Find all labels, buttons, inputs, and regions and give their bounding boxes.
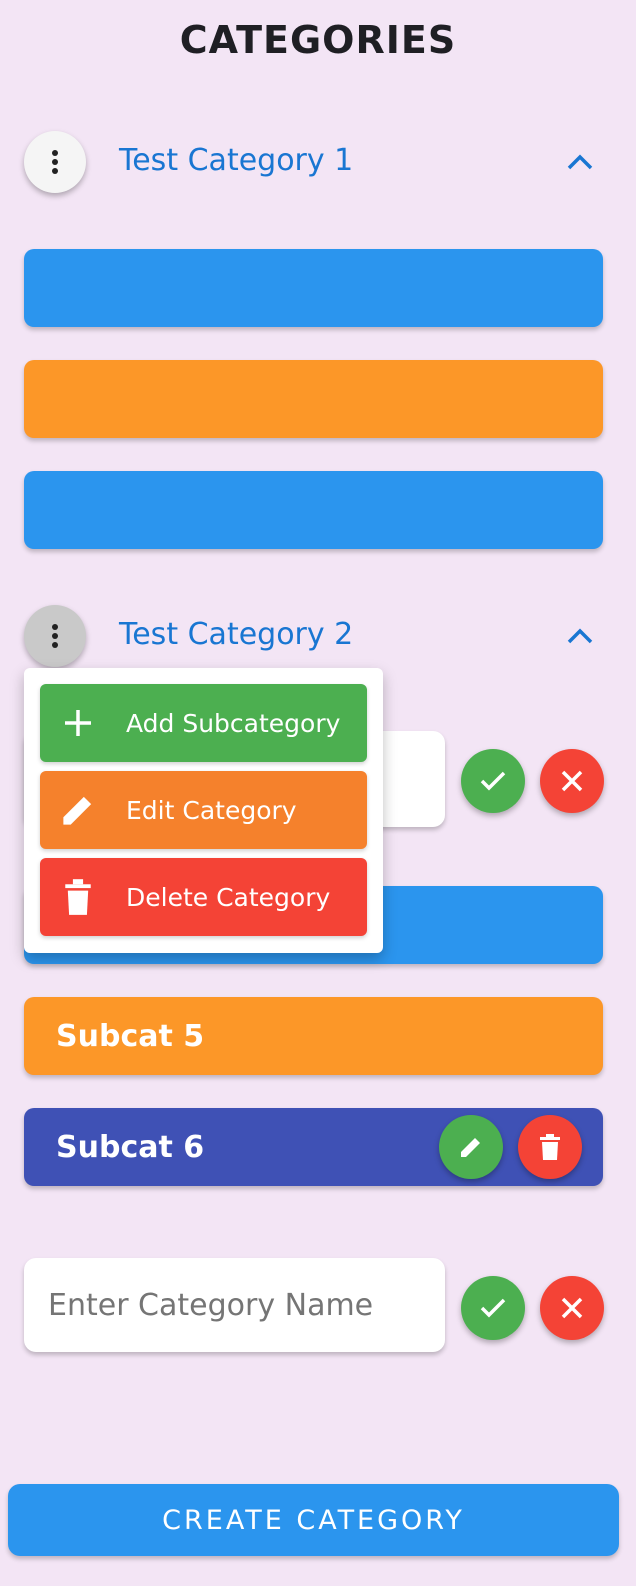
category-menu-button[interactable] xyxy=(24,605,86,667)
category-title[interactable]: Test Category 2 xyxy=(119,617,353,652)
close-icon xyxy=(561,770,583,792)
edit-category-menu-item[interactable]: Edit Category xyxy=(40,771,367,849)
cancel-button[interactable] xyxy=(540,749,604,813)
subcategory-bar[interactable] xyxy=(24,471,603,549)
category-context-menu: Add Subcategory Edit Category Delete Cat… xyxy=(24,668,383,953)
page-title: CATEGORIES xyxy=(179,18,457,62)
subcategory-bar[interactable] xyxy=(24,249,603,327)
close-icon xyxy=(561,1297,583,1319)
pencil-icon xyxy=(461,1138,480,1157)
plus-icon xyxy=(50,708,106,738)
pencil-icon xyxy=(50,791,106,829)
subcategory-bar[interactable] xyxy=(24,360,603,438)
menu-item-label: Delete Category xyxy=(126,882,331,912)
more-vert-icon xyxy=(52,150,58,174)
chevron-up-icon[interactable] xyxy=(566,626,594,646)
subcategory-bar[interactable]: Subcat 6 xyxy=(24,1108,603,1186)
edit-subcategory-button[interactable] xyxy=(439,1115,503,1179)
trash-icon xyxy=(50,879,106,915)
confirm-button[interactable] xyxy=(461,749,525,813)
chevron-up-icon[interactable] xyxy=(566,152,594,172)
check-icon xyxy=(480,771,506,791)
trash-icon xyxy=(540,1134,560,1160)
menu-item-label: Add Subcategory xyxy=(126,708,341,738)
menu-item-label: Edit Category xyxy=(126,795,297,825)
add-subcategory-menu-item[interactable]: Add Subcategory xyxy=(40,684,367,762)
create-category-button[interactable]: CREATE CATEGORY xyxy=(8,1484,619,1556)
delete-subcategory-button[interactable] xyxy=(518,1115,582,1179)
subcategory-bar[interactable]: Subcat 5 xyxy=(24,997,603,1075)
delete-category-menu-item[interactable]: Delete Category xyxy=(40,858,367,936)
category-name-input[interactable] xyxy=(24,1258,445,1352)
confirm-button[interactable] xyxy=(461,1276,525,1340)
category-menu-button[interactable] xyxy=(24,131,86,193)
more-vert-icon xyxy=(52,624,58,648)
cancel-button[interactable] xyxy=(540,1276,604,1340)
check-icon xyxy=(480,1298,506,1318)
category-title[interactable]: Test Category 1 xyxy=(119,143,353,178)
